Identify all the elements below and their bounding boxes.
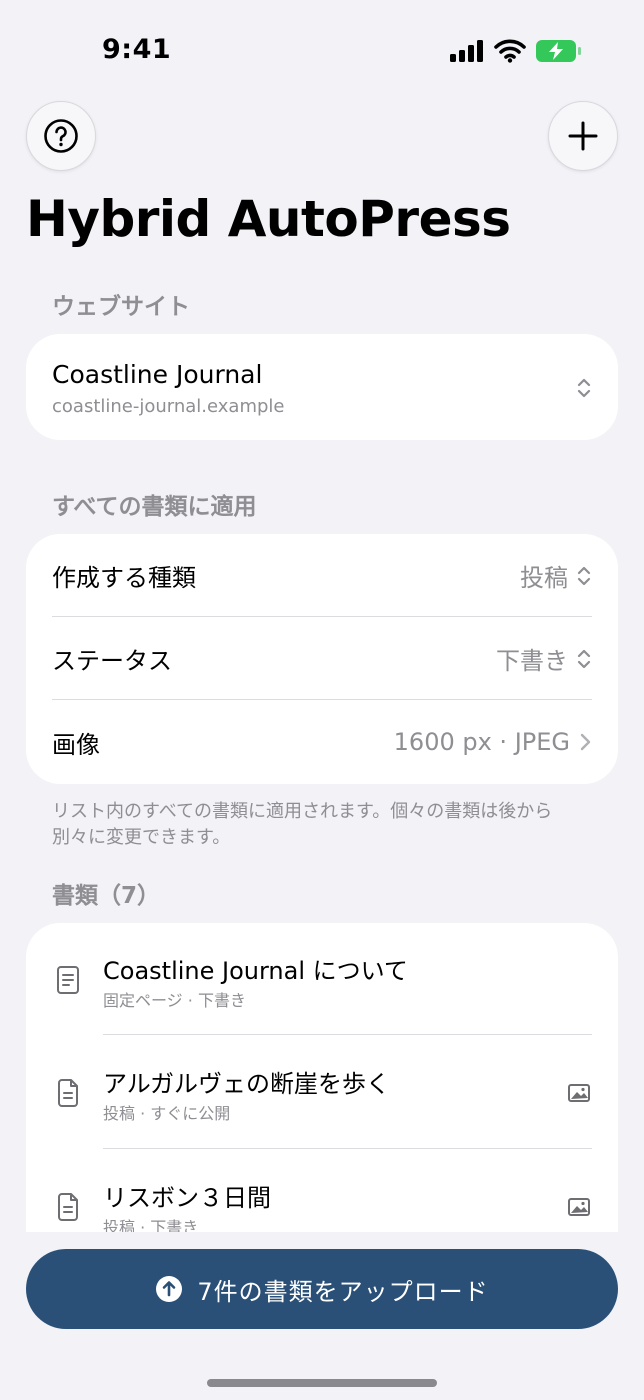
document-subtitle: 投稿 · すぐに公開 [103, 1104, 231, 1123]
documents-section-label: 書類（7） [52, 883, 161, 909]
status-value: 下書き [496, 647, 568, 675]
wifi-icon [494, 39, 526, 63]
status-label: ステータス [52, 647, 172, 675]
document-icon [58, 1193, 78, 1221]
document-title: リスボン３日間 [103, 1184, 271, 1212]
battery-charging-icon [536, 40, 581, 62]
photo-icon [568, 1198, 590, 1216]
page-icon [57, 966, 79, 994]
photo-icon [568, 1084, 590, 1102]
chevron-right-icon [580, 733, 591, 751]
upload-button[interactable]: 7件の書類をアップロード [26, 1249, 618, 1329]
question-circle-icon [44, 119, 78, 153]
documents-list: Coastline Journal について 固定ページ · 下書き アルガルヴ… [26, 923, 618, 1263]
site-name: Coastline Journal [52, 360, 263, 389]
post-type-row[interactable]: 作成する種類 投稿 [52, 534, 592, 617]
post-type-value: 投稿 [520, 564, 568, 592]
status-row[interactable]: ステータス 下書き [52, 617, 592, 700]
help-button[interactable] [26, 101, 96, 171]
list-item[interactable]: Coastline Journal について 固定ページ · 下書き [26, 923, 618, 1035]
plus-icon [568, 121, 598, 151]
website-picker[interactable]: Coastline Journal coastline-journal.exam… [26, 334, 618, 440]
add-button[interactable] [548, 101, 618, 171]
apply-note: リスト内のすべての書類に適用されます。個々の書類は後から別々に変更できます。 [52, 801, 553, 848]
chevron-up-down-icon [577, 649, 591, 668]
document-title: アルガルヴェの断崖を歩く [103, 1070, 391, 1098]
document-title: Coastline Journal について [103, 957, 408, 985]
arrow-up-circle-icon [156, 1276, 183, 1302]
status-time: 9:41 [102, 34, 172, 65]
site-url: coastline-journal.example [52, 396, 285, 417]
upload-button-label: 7件の書類をアップロード [197, 1277, 489, 1306]
image-row[interactable]: 画像 1600 px · JPEG [52, 700, 592, 784]
list-item[interactable]: アルガルヴェの断崖を歩く 投稿 · すぐに公開 [26, 1036, 618, 1148]
apply-settings-card: 作成する種類 投稿 ステータス 下書き 画像 1600 px · JPEG [26, 534, 618, 784]
signal-icon [450, 40, 483, 62]
page-title: Hybrid AutoPress [26, 190, 511, 248]
apply-section-label: すべての書類に適用 [52, 494, 257, 520]
website-section-label: ウェブサイト [52, 294, 190, 320]
post-type-label: 作成する種類 [52, 564, 196, 592]
home-indicator [207, 1379, 437, 1387]
divider [103, 1034, 592, 1035]
status-icons [450, 38, 582, 64]
document-subtitle: 固定ページ · 下書き [103, 991, 246, 1010]
image-label: 画像 [52, 730, 100, 759]
divider [103, 1148, 592, 1149]
document-icon [58, 1079, 78, 1107]
chevron-up-down-icon [577, 566, 591, 585]
chevron-up-down-icon [577, 378, 591, 398]
image-value: 1600 px · JPEG [393, 728, 570, 756]
